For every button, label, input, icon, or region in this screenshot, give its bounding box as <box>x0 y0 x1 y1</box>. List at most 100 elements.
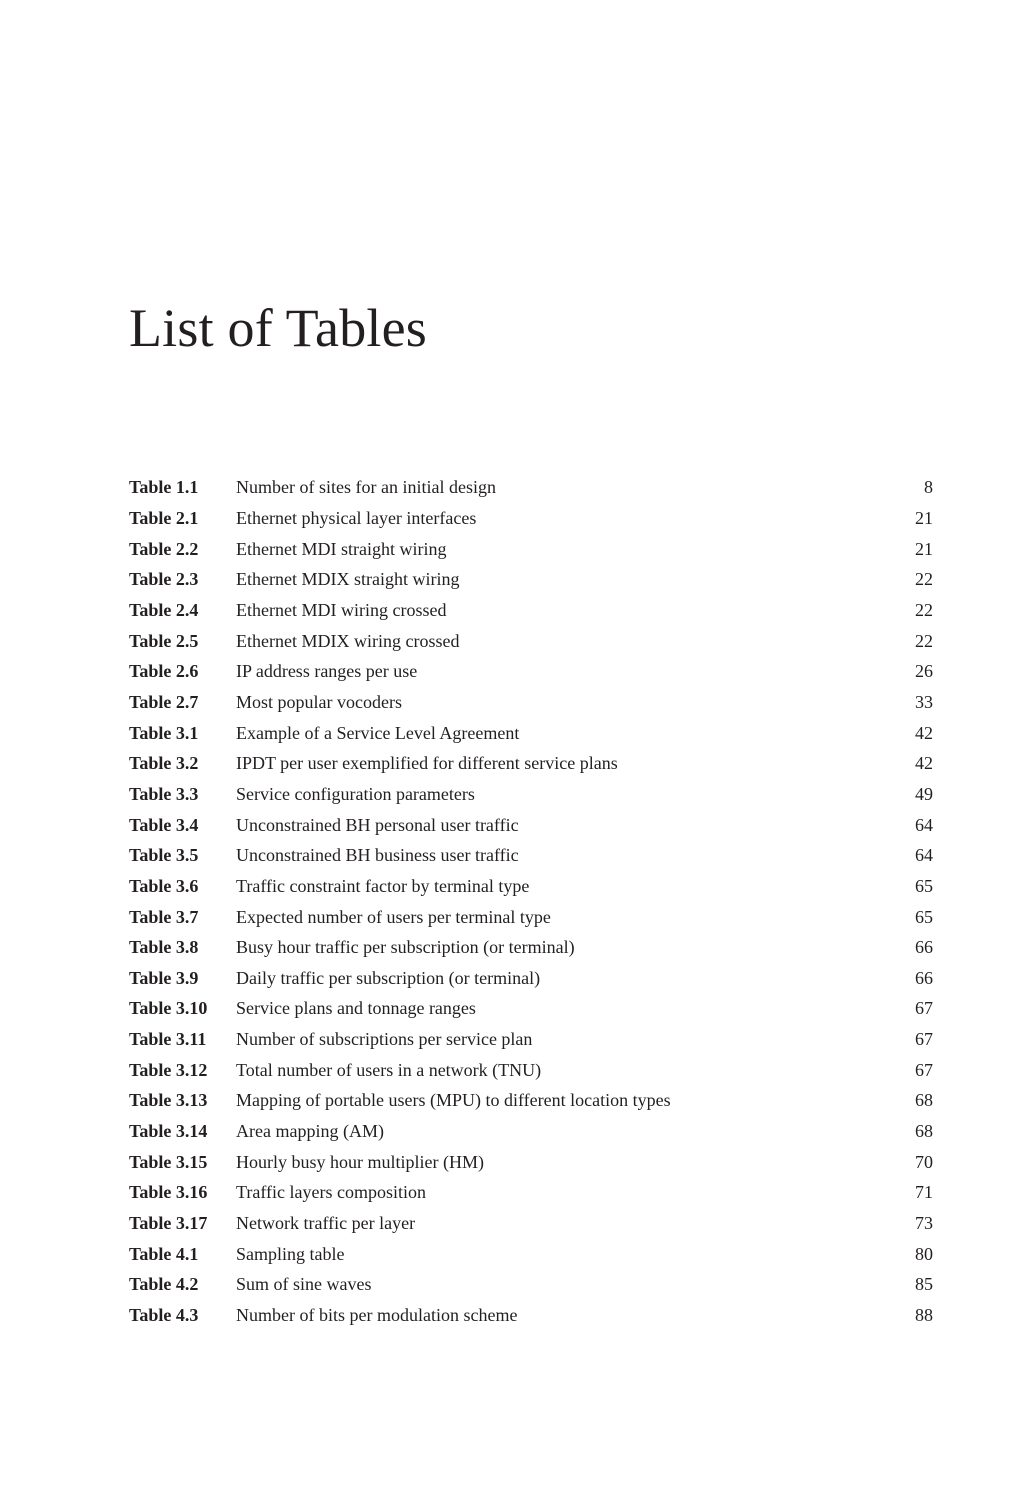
toc-entry[interactable]: Table 3.17 Network traffic per layer 73 <box>129 1208 933 1239</box>
table-title: Sum of sine waves <box>236 1274 372 1295</box>
page-number: 22 <box>915 569 933 590</box>
page-number: 65 <box>915 875 933 896</box>
toc-entry[interactable]: Table 3.3 Service configuration parameter… <box>129 779 933 810</box>
table-number: Table 2.5 <box>129 630 199 651</box>
toc-entry[interactable]: Table 2.4 Ethernet MDI wiring crossed 22 <box>129 595 933 626</box>
page-number: 67 <box>915 998 933 1019</box>
table-number: Table 2.4 <box>129 599 199 620</box>
table-title: Area mapping (AM) <box>236 1121 384 1142</box>
table-title: Network traffic per layer <box>236 1213 416 1234</box>
toc-entry[interactable]: Table 3.10 Service plans and tonnage rang… <box>129 993 933 1024</box>
table-number: Table 3.11 <box>129 1029 207 1050</box>
toc-entry[interactable]: Table 3.14 Area mapping (AM) 68 <box>129 1116 933 1147</box>
page-number: 66 <box>915 967 933 988</box>
table-title: Unconstrained BH business user traffic <box>236 845 519 866</box>
table-title: IP address ranges per use <box>236 661 418 682</box>
toc-entry[interactable]: Table 3.15 Hourly busy hour multiplier (H… <box>129 1146 933 1177</box>
table-number: Table 3.13 <box>129 1090 208 1111</box>
table-number: Table 3.16 <box>129 1182 208 1203</box>
table-number: Table 3.1 <box>129 722 199 743</box>
page-number: 67 <box>915 1029 933 1050</box>
page-number: 42 <box>915 753 933 774</box>
table-number: Table 2.2 <box>129 538 199 559</box>
page-number: 68 <box>915 1090 933 1111</box>
page-number: 64 <box>915 814 933 835</box>
table-number: Table 3.14 <box>129 1121 208 1142</box>
table-title: Hourly busy hour multiplier (HM) <box>236 1151 484 1172</box>
toc-entry[interactable]: Table 3.5 Unconstrained BH business user … <box>129 840 933 871</box>
page-number: 33 <box>915 691 933 712</box>
page-number: 85 <box>915 1274 933 1295</box>
toc-entry[interactable]: Table 4.1 Sampling table 80 <box>129 1238 933 1269</box>
table-number: Table 3.4 <box>129 814 199 835</box>
toc-entry[interactable]: Table 3.13 Mapping of portable users (MPU… <box>129 1085 933 1116</box>
table-number: Table 4.1 <box>129 1243 199 1264</box>
table-title: Number of bits per modulation scheme <box>236 1305 518 1326</box>
table-title: Ethernet MDI wiring crossed <box>236 599 447 620</box>
table-number: Table 4.2 <box>129 1274 199 1295</box>
table-number: Table 3.7 <box>129 906 199 927</box>
table-title: Example of a Service Level Agreement <box>236 722 520 743</box>
table-number: Table 3.2 <box>129 753 199 774</box>
table-title: Busy hour traffic per subscription (or t… <box>236 937 575 958</box>
page-number: 67 <box>915 1059 933 1080</box>
table-title: Unconstrained BH personal user traffic <box>236 814 519 835</box>
toc-entry[interactable]: Table 3.8 Busy hour traffic per subscript… <box>129 932 933 963</box>
table-title: Total number of users in a network (TNU) <box>236 1059 542 1080</box>
page-number: 88 <box>915 1305 933 1326</box>
toc-entry[interactable]: Table 2.6 IP address ranges per use 26 <box>129 656 933 687</box>
toc-entry[interactable]: Table 3.6 Traffic constraint factor by te… <box>129 871 933 902</box>
toc-entry[interactable]: Table 2.1 Ethernet physical layer interfa… <box>129 503 933 534</box>
toc-entry[interactable]: Table 3.11 Number of subscriptions per se… <box>129 1024 933 1055</box>
table-title: Ethernet MDIX straight wiring <box>236 569 460 590</box>
table-number: Table 3.5 <box>129 845 199 866</box>
page-number: 42 <box>915 722 933 743</box>
page-number: 49 <box>915 783 933 804</box>
toc-entry[interactable]: Table 3.16 Traffic layers composition 71 <box>129 1177 933 1208</box>
table-title: Traffic constraint factor by terminal ty… <box>236 875 530 896</box>
page-number: 21 <box>915 507 933 528</box>
table-number: Table 2.7 <box>129 691 199 712</box>
toc-entry[interactable]: Table 3.4 Unconstrained BH personal user … <box>129 809 933 840</box>
table-title: Number of sites for an initial design <box>236 477 496 498</box>
toc-entry[interactable]: Table 3.12 Total number of users in a net… <box>129 1054 933 1085</box>
toc-entry[interactable]: Table 2.7 Most popular vocoders 33 <box>129 687 933 718</box>
page-number: 8 <box>924 477 933 498</box>
toc-entry[interactable]: Table 4.3 Number of bits per modulation s… <box>129 1300 933 1331</box>
toc-entry[interactable]: Table 2.2 Ethernet MDI straight wiring 21 <box>129 533 933 564</box>
page-number: 68 <box>915 1121 933 1142</box>
page-number: 66 <box>915 937 933 958</box>
page-number: 65 <box>915 906 933 927</box>
toc-entry[interactable]: Table 3.9 Daily traffic per subscription … <box>129 963 933 994</box>
table-number: Table 3.9 <box>129 967 199 988</box>
table-number: Table 3.10 <box>129 998 208 1019</box>
table-title: Number of subscriptions per service plan <box>236 1029 533 1050</box>
toc-entry[interactable]: Table 3.2 IPDT per user exemplified for d… <box>129 748 933 779</box>
toc-entry[interactable]: Table 4.2 Sum of sine waves 85 <box>129 1269 933 1300</box>
page-number: 80 <box>915 1243 933 1264</box>
table-number: Table 3.8 <box>129 937 199 958</box>
table-number: Table 3.3 <box>129 783 199 804</box>
table-title: Daily traffic per subscription (or termi… <box>236 967 541 988</box>
page-number: 21 <box>915 538 933 559</box>
table-title: Ethernet MDIX wiring crossed <box>236 630 460 651</box>
toc-entry[interactable]: Table 2.5 Ethernet MDIX wiring crossed 22 <box>129 625 933 656</box>
table-title: Expected number of users per terminal ty… <box>236 906 551 927</box>
page-number: 70 <box>915 1151 933 1172</box>
table-number: Table 3.17 <box>129 1213 208 1234</box>
toc-entry[interactable]: Table 3.7 Expected number of users per te… <box>129 901 933 932</box>
toc-entry[interactable]: Table 3.1 Example of a Service Level Agre… <box>129 717 933 748</box>
table-number: Table 1.1 <box>129 477 199 498</box>
toc-entry[interactable]: Table 2.3 Ethernet MDIX straight wiring 22 <box>129 564 933 595</box>
table-title: IPDT per user exemplified for different … <box>236 753 618 774</box>
table-title: Mapping of portable users (MPU) to diffe… <box>236 1090 671 1111</box>
table-number: Table 4.3 <box>129 1305 199 1326</box>
table-number: Table 3.6 <box>129 875 199 896</box>
page-number: 64 <box>915 845 933 866</box>
page-number: 71 <box>915 1182 933 1203</box>
toc-entry[interactable]: Table 1.1 Number of sites for an initial … <box>129 472 933 503</box>
table-title: Most popular vocoders <box>236 691 402 712</box>
table-number: Table 2.3 <box>129 569 199 590</box>
table-title: Ethernet MDI straight wiring <box>236 538 447 559</box>
table-number: Table 3.15 <box>129 1151 208 1172</box>
